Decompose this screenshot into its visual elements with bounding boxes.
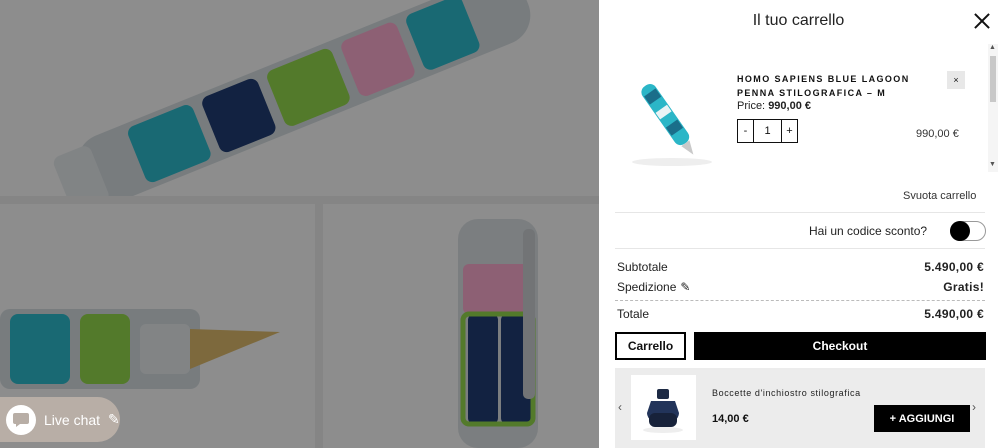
- cart-drawer: Il tuo carrello HOMO SAPIENS BLUE LAGOON…: [599, 0, 998, 448]
- cart-item-image: [617, 62, 717, 172]
- chevron-right-icon[interactable]: ›: [972, 400, 976, 414]
- divider: [615, 212, 985, 213]
- remove-item-button[interactable]: ×: [947, 71, 965, 89]
- total-row: Totale 5.490,00 €: [617, 307, 984, 321]
- subtotal-label: Subtotale: [617, 260, 668, 274]
- divider: [615, 248, 985, 249]
- live-chat-button[interactable]: Live chat ✎: [0, 397, 120, 442]
- cart-scrollbar[interactable]: ▲ ▼: [988, 44, 998, 172]
- pencil-icon[interactable]: ✎: [680, 280, 690, 294]
- close-icon[interactable]: [973, 12, 991, 30]
- total-divider: [615, 300, 985, 301]
- subtotal-row: Subtotale 5.490,00 €: [617, 260, 984, 274]
- live-chat-label: Live chat: [44, 411, 101, 428]
- shipping-label: Spedizione: [617, 280, 677, 294]
- product-gallery: Live chat ✎: [0, 0, 599, 448]
- upsell-image: [631, 375, 696, 440]
- increase-quantity-button[interactable]: +: [782, 120, 797, 142]
- quantity-input[interactable]: 1: [753, 120, 782, 142]
- pen-icon: ✎: [108, 411, 120, 427]
- subtotal-value: 5.490,00 €: [924, 260, 984, 274]
- cart-item-name[interactable]: HOMO SAPIENS BLUE LAGOON PENNA STILOGRAF…: [737, 72, 937, 100]
- price-label: Price:: [737, 100, 766, 112]
- discount-toggle[interactable]: [950, 221, 986, 241]
- shipping-row: Spedizione ✎ Gratis!: [617, 280, 984, 294]
- upsell-price: 14,00 €: [712, 413, 749, 425]
- add-upsell-button[interactable]: + AGGIUNGI: [874, 405, 970, 432]
- upsell-card: ‹ Boccette d'inchiostro stilografica 14,…: [615, 368, 985, 448]
- decrease-quantity-button[interactable]: -: [738, 120, 753, 142]
- chevron-left-icon[interactable]: ‹: [618, 400, 622, 414]
- view-cart-button[interactable]: Carrello: [615, 332, 686, 360]
- scroll-up-icon[interactable]: ▲: [989, 44, 996, 51]
- total-label: Totale: [617, 307, 650, 321]
- cart-title: Il tuo carrello: [752, 12, 845, 29]
- cart-item-price: Price: 990,00 €: [737, 100, 811, 112]
- empty-cart-link[interactable]: Svuota carrello: [903, 190, 976, 202]
- checkout-button[interactable]: Checkout: [694, 332, 986, 360]
- scroll-down-icon[interactable]: ▼: [989, 161, 996, 168]
- shipping-value: Gratis!: [943, 280, 984, 294]
- quantity-stepper: - 1 +: [737, 119, 798, 143]
- discount-label: Hai un codice sconto?: [809, 224, 928, 238]
- price-value: 990,00 €: [768, 100, 812, 112]
- chat-bubble-icon: [6, 404, 36, 435]
- cart-item: HOMO SAPIENS BLUE LAGOON PENNA STILOGRAF…: [599, 44, 998, 172]
- modal-overlay[interactable]: [0, 0, 599, 448]
- total-value: 5.490,00 €: [924, 307, 984, 321]
- shipping-label-group: Spedizione ✎: [617, 280, 690, 294]
- toggle-knob: [950, 221, 970, 241]
- scroll-thumb[interactable]: [990, 56, 996, 102]
- cart-item-total: 990,00 €: [916, 128, 959, 140]
- upsell-name[interactable]: Boccette d'inchiostro stilografica: [712, 388, 861, 398]
